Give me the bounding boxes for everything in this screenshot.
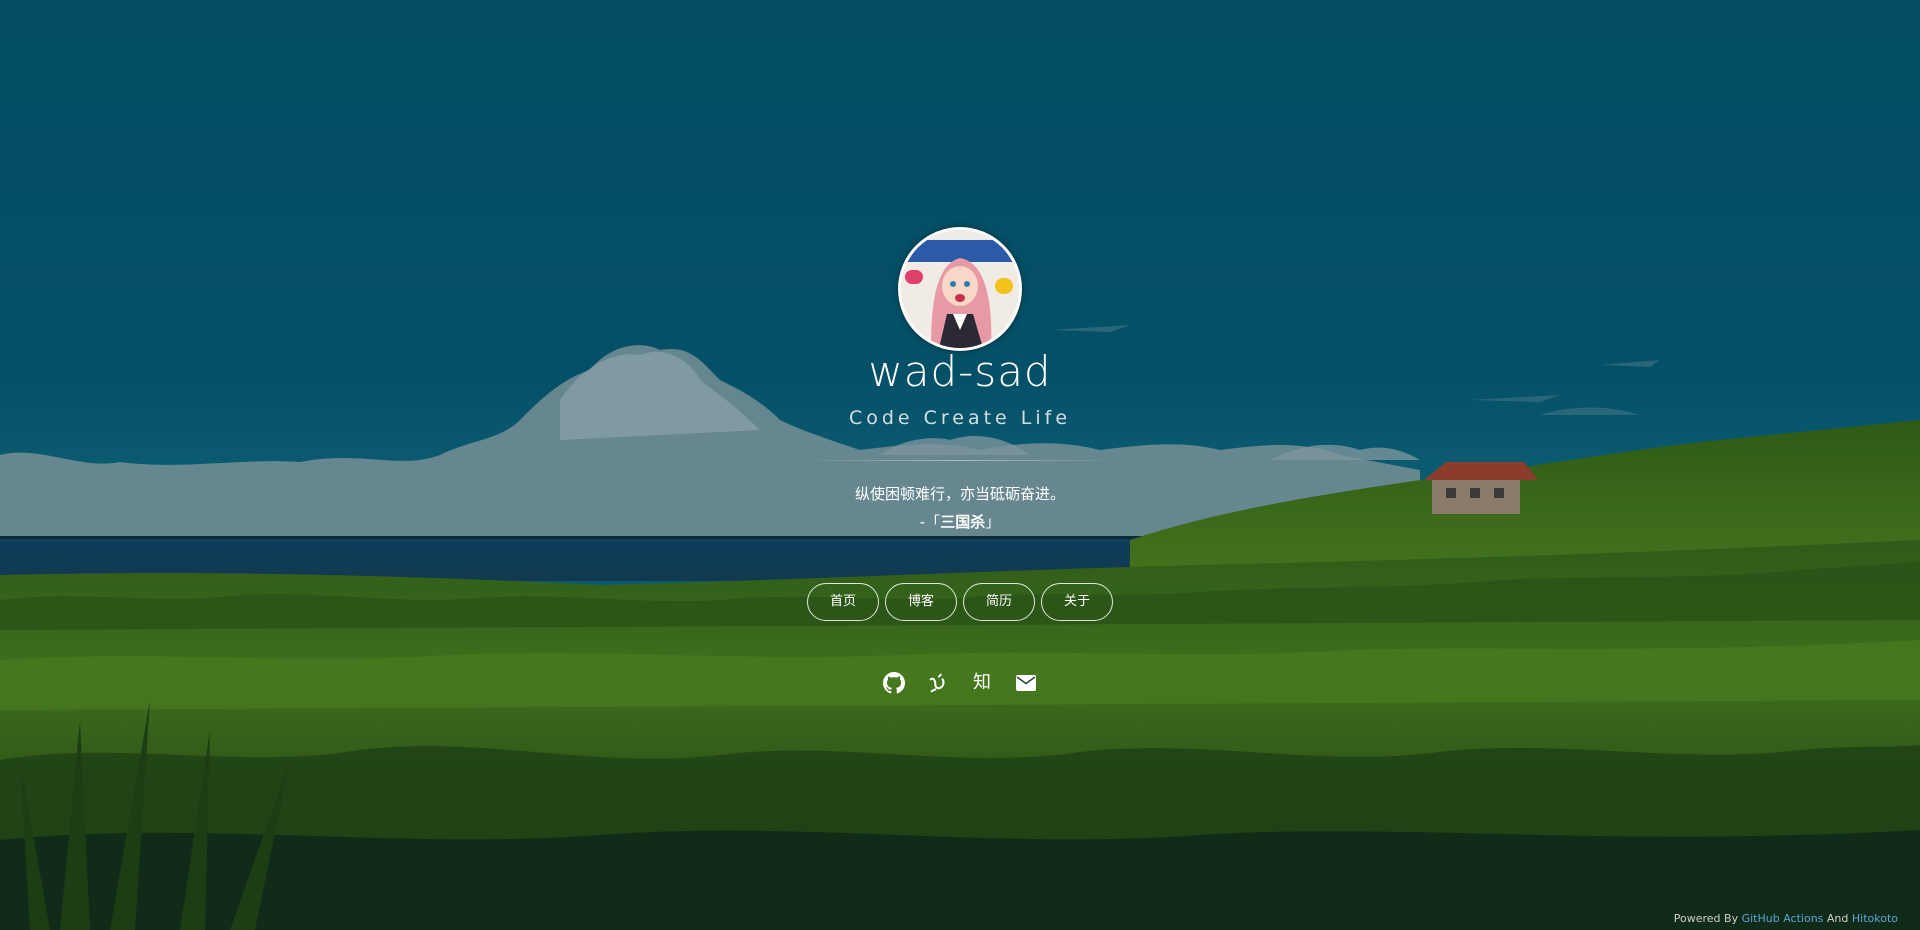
github-actions-link[interactable]: GitHub Actions [1742, 912, 1824, 925]
nav-buttons: 首页 博客 简历 关于 [0, 583, 1920, 621]
hitokoto-source: -「三国杀」 [0, 511, 1920, 533]
page-root: wad-sad Code Create Life 纵使困顿难行，亦当砥砺奋进。 … [0, 0, 1920, 930]
source-suffix: 」 [985, 513, 1001, 531]
footer: Powered By GitHub Actions And Hitokoto [1674, 911, 1898, 927]
profile-card: wad-sad Code Create Life 纵使困顿难行，亦当砥砺奋进。 … [0, 0, 1920, 930]
site-title: wad-sad [868, 347, 1052, 396]
hitokoto-quote: 纵使困顿难行，亦当砥砺奋进。 [854, 485, 1065, 503]
nav-resume-button[interactable]: 简历 [963, 583, 1035, 621]
divider [800, 460, 1120, 461]
site-motto: Code Create Life [848, 407, 1072, 429]
avatar[interactable] [898, 227, 1022, 351]
source-prefix: -「 [919, 513, 941, 531]
yuque-icon[interactable] [926, 671, 950, 695]
nav-home-button[interactable]: 首页 [807, 583, 879, 621]
nav-about-button[interactable]: 关于 [1041, 583, 1113, 621]
footer-middle: And [1826, 912, 1849, 925]
email-icon[interactable] [1014, 671, 1038, 695]
social-links: 知 [0, 671, 1920, 695]
github-icon[interactable] [882, 671, 906, 695]
footer-prefix: Powered By [1673, 912, 1739, 925]
source-name: 三国杀 [940, 513, 986, 531]
avatar-illustration [901, 230, 1019, 348]
nav-blog-button[interactable]: 博客 [885, 583, 957, 621]
hitokoto-link[interactable]: Hitokoto [1852, 912, 1898, 925]
zhihu-icon[interactable]: 知 [970, 671, 994, 695]
